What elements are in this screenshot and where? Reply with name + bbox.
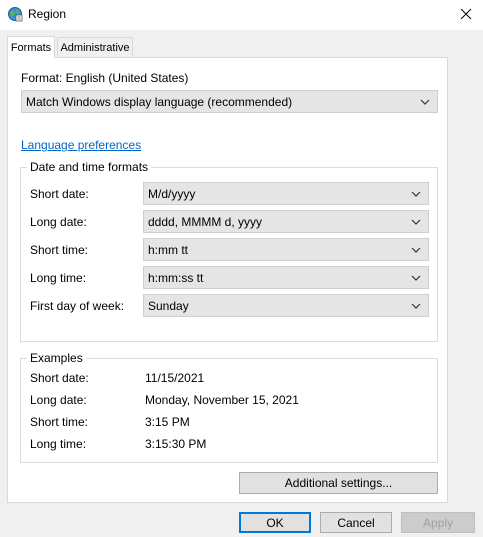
short-date-value: M/d/yyyy — [148, 186, 196, 201]
long-date-dropdown[interactable]: dddd, MMMM d, yyyy — [143, 210, 429, 233]
long-date-label: Long date: — [30, 215, 87, 229]
close-icon — [460, 8, 472, 20]
chevron-down-icon — [411, 191, 421, 197]
apply-button[interactable]: Apply — [401, 512, 475, 533]
long-time-dropdown[interactable]: h:mm:ss tt — [143, 266, 429, 289]
date-time-formats-legend: Date and time formats — [27, 160, 152, 174]
globe-icon — [7, 6, 23, 22]
example-short-date-value: 11/15/2021 — [145, 371, 205, 385]
language-preferences-link[interactable]: Language preferences — [21, 138, 141, 152]
close-button[interactable] — [452, 2, 480, 26]
chevron-down-icon — [411, 303, 421, 309]
long-date-value: dddd, MMMM d, yyyy — [148, 214, 263, 229]
example-short-time-value: 3:15 PM — [145, 415, 190, 429]
window-title: Region — [28, 7, 67, 21]
short-time-value: h:mm tt — [148, 242, 189, 257]
example-long-date-value: Monday, November 15, 2021 — [145, 393, 299, 407]
chevron-down-icon — [411, 275, 421, 281]
short-date-label: Short date: — [30, 187, 89, 201]
example-short-date-label: Short date: — [30, 371, 89, 385]
short-time-label: Short time: — [30, 243, 89, 257]
short-date-dropdown[interactable]: M/d/yyyy — [143, 182, 429, 205]
short-time-dropdown[interactable]: h:mm tt — [143, 238, 429, 261]
example-long-date-label: Long date: — [30, 393, 87, 407]
example-long-time-label: Long time: — [30, 437, 87, 451]
format-dropdown[interactable]: Match Windows display language (recommen… — [21, 90, 438, 113]
tab-administrative[interactable]: Administrative — [57, 37, 133, 57]
first-day-of-week-label: First day of week: — [30, 299, 125, 313]
ok-button[interactable]: OK — [239, 512, 311, 533]
examples-legend: Examples — [27, 351, 86, 365]
first-day-of-week-dropdown[interactable]: Sunday — [143, 294, 429, 317]
format-dropdown-value: Match Windows display language (recommen… — [26, 94, 293, 109]
example-long-time-value: 3:15:30 PM — [145, 437, 207, 451]
example-short-time-label: Short time: — [30, 415, 89, 429]
first-day-of-week-value: Sunday — [148, 298, 189, 313]
chevron-down-icon — [420, 99, 430, 105]
additional-settings-button[interactable]: Additional settings... — [239, 472, 438, 494]
format-label: Format: English (United States) — [21, 71, 189, 85]
long-time-value: h:mm:ss tt — [148, 270, 204, 285]
long-time-label: Long time: — [30, 271, 87, 285]
title-bar — [0, 0, 483, 30]
tab-formats[interactable]: Formats — [7, 36, 55, 58]
cancel-button[interactable]: Cancel — [320, 512, 392, 533]
chevron-down-icon — [411, 247, 421, 253]
chevron-down-icon — [411, 219, 421, 225]
